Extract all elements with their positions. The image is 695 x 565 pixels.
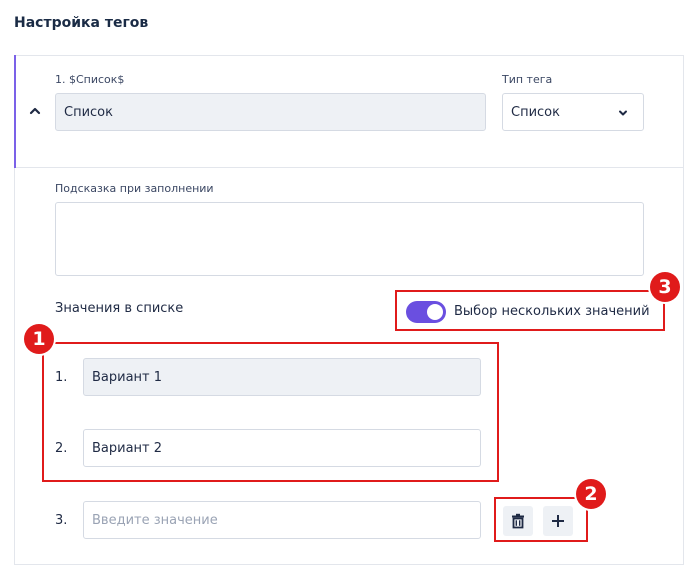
tag-header-label: 1. $Список$: [55, 73, 125, 86]
annotation-box-2: [494, 497, 588, 542]
page-title: Настройка тегов: [14, 15, 149, 31]
annotation-badge-3: 3: [650, 272, 680, 302]
tag-name-input[interactable]: Список: [55, 93, 486, 131]
annotation-box-1: [42, 342, 499, 482]
collapse-button[interactable]: [28, 103, 42, 117]
annotation-badge-2: 2: [576, 479, 606, 509]
tag-type-select[interactable]: Список: [502, 93, 644, 131]
chevron-up-icon: [29, 107, 41, 115]
annotation-box-3: [395, 290, 665, 331]
tag-type-label: Тип тега: [502, 73, 553, 86]
chevron-down-icon: [619, 110, 627, 116]
list-item-number: 3.: [55, 513, 68, 528]
tag-type-value: Список: [511, 104, 560, 120]
hint-textarea[interactable]: [55, 202, 644, 276]
annotation-badge-1: 1: [24, 324, 54, 354]
hint-label: Подсказка при заполнении: [55, 182, 214, 195]
new-value-input[interactable]: Введите значение: [83, 501, 481, 539]
new-value-placeholder: Введите значение: [92, 512, 218, 528]
values-list-label: Значения в списке: [55, 301, 184, 316]
active-accent-bar: [14, 55, 16, 168]
